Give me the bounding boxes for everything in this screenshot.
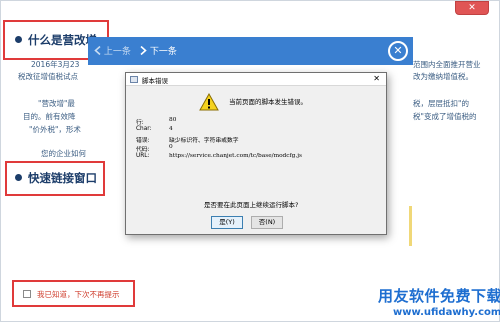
chevron-left-icon xyxy=(94,45,101,56)
page-close-button[interactable]: ✕ xyxy=(455,1,489,15)
detail-value-line: 80 xyxy=(169,117,177,123)
dont-show-again-checkbox[interactable] xyxy=(23,290,31,298)
no-button[interactable]: 否(N) xyxy=(251,216,283,229)
detail-label-line: 行: xyxy=(136,120,144,126)
chevron-right-icon xyxy=(140,45,147,56)
error-message: 当前页面的脚本发生错误。 xyxy=(229,98,307,106)
next-button[interactable]: 下一条 xyxy=(140,44,177,57)
para-right-2: 改为缴纳增值税。 xyxy=(413,72,473,81)
para-left-6: 您的企业如何 xyxy=(41,149,86,158)
bullet-icon xyxy=(15,174,22,181)
para-left-3: "营改增"最 xyxy=(38,99,75,108)
window-icon xyxy=(130,76,138,83)
heading-2-text: 快速链接窗口 xyxy=(28,171,97,185)
para-right-4: 税"变成了增值税的 xyxy=(413,112,477,121)
site-watermark-url: www.ufidawhy.com xyxy=(393,307,500,318)
detail-label-error: 错误: xyxy=(136,138,150,144)
detail-value-error: 缺少标识符、字符串或数字 xyxy=(169,138,239,144)
para-left-4: 目的。前有效降 xyxy=(23,112,76,121)
detail-label-url: URL: xyxy=(136,153,150,159)
prev-label: 上一条 xyxy=(103,47,131,57)
detail-value-url: https://service.chanjet.com/tc/base/modc… xyxy=(169,153,302,159)
detail-value-char: 4 xyxy=(169,126,173,132)
dialog-titlebar: 脚本错误 ✕ xyxy=(126,73,386,86)
continue-question: 是否要在此页面上继续运行脚本? xyxy=(204,201,299,209)
close-icon: ✕ xyxy=(393,44,403,57)
close-icon: ✕ xyxy=(468,3,476,13)
detail-label-char: Char: xyxy=(136,126,152,132)
heading-1-text: 什么是营改增 xyxy=(28,33,97,47)
prev-button[interactable]: 上一条 xyxy=(94,44,131,57)
next-label: 下一条 xyxy=(149,47,177,57)
detail-label-code: 代码: xyxy=(136,147,150,153)
section-heading-2[interactable]: 快速链接窗口 xyxy=(15,170,97,186)
para-right-3: 税，层层抵扣"的 xyxy=(413,99,469,108)
yes-button[interactable]: 是(Y) xyxy=(211,216,243,229)
announcement-page: ✕ 什么是营改增 2016年3月23 税改征增值税试点 范围内全面推开营业 改为… xyxy=(0,0,500,322)
dialog-close-button[interactable]: ✕ xyxy=(373,74,380,83)
nav-close-button[interactable]: ✕ xyxy=(388,41,408,61)
detail-value-code: 0 xyxy=(169,144,173,150)
para-right-1: 范围内全面推开营业 xyxy=(413,60,481,69)
decorative-ribbon xyxy=(409,206,412,246)
para-left-5: "价外税"，形术 xyxy=(29,125,81,134)
para-left-2: 税改征增值税试点 xyxy=(18,72,78,81)
warning-icon xyxy=(199,93,219,111)
bullet-icon xyxy=(15,36,22,43)
script-error-dialog: 脚本错误 ✕ 当前页面的脚本发生错误。 行: 80 Char: 4 错误: 缺少… xyxy=(125,72,387,235)
dialog-title: 脚本错误 xyxy=(142,77,168,85)
dont-show-again-label: 我已知道，下次不再提示 xyxy=(37,290,120,299)
announcement-nav-bar: 上一条 下一条 ✕ xyxy=(88,37,413,65)
site-watermark: 用友软件免费下载 xyxy=(378,287,500,305)
section-heading-1: 什么是营改增 xyxy=(15,32,97,48)
dont-show-again-option[interactable]: 我已知道，下次不再提示 xyxy=(23,289,120,300)
para-left-1: 2016年3月23 xyxy=(31,60,80,69)
